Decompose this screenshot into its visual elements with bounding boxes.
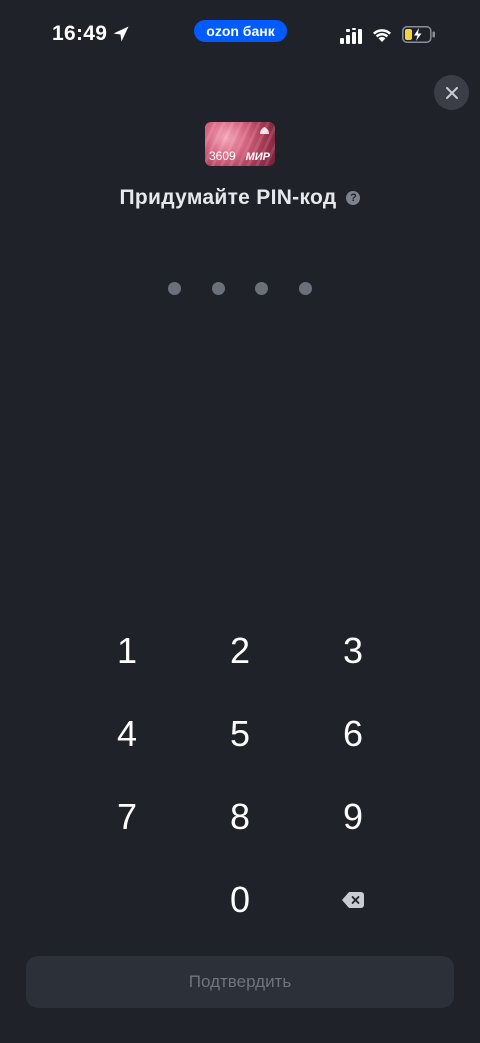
- status-time: 16:49: [52, 22, 108, 45]
- help-icon[interactable]: ?: [346, 191, 361, 205]
- app-pill[interactable]: ozon банк: [194, 20, 287, 42]
- key-8[interactable]: 8: [185, 782, 295, 852]
- key-3[interactable]: 3: [298, 616, 408, 686]
- battery-charging-icon: [402, 26, 435, 43]
- key-4[interactable]: 4: [72, 699, 182, 769]
- pin-setup-screen: 16:49 ozon банк 3609 МИР Придумайте PIN-…: [0, 0, 480, 1043]
- location-arrow-icon: [113, 26, 129, 42]
- close-icon: [445, 86, 458, 99]
- key-2[interactable]: 2: [185, 616, 295, 686]
- status-bar: 16:49 ozon банк: [0, 0, 480, 70]
- key-9[interactable]: 9: [298, 782, 408, 852]
- pin-dot: [255, 282, 268, 295]
- confirm-button[interactable]: Подтвердить: [26, 956, 454, 1008]
- key-7[interactable]: 7: [72, 782, 182, 852]
- key-0[interactable]: 0: [185, 865, 295, 935]
- wifi-icon: [373, 29, 391, 42]
- key-1[interactable]: 1: [72, 616, 182, 686]
- key-5[interactable]: 5: [185, 699, 295, 769]
- key-6[interactable]: 6: [298, 699, 408, 769]
- cellular-signal-icon: [340, 28, 362, 44]
- card-payment-system: МИР: [245, 151, 270, 163]
- page-title: Придумайте PIN-код: [119, 186, 337, 209]
- pin-dot: [212, 282, 225, 295]
- close-button[interactable]: [434, 75, 469, 110]
- pin-dot: [299, 282, 312, 295]
- numeric-keypad: 1 2 3 4 5 6 7 8 9 0: [0, 610, 480, 950]
- pin-dot: [168, 282, 181, 295]
- bank-logo-icon: [260, 127, 269, 134]
- pin-indicator: [0, 282, 480, 296]
- title-row: Придумайте PIN-код ?: [0, 184, 480, 212]
- backspace-button[interactable]: [298, 865, 408, 935]
- card-last-digits: 3609: [209, 149, 236, 163]
- backspace-icon: [342, 892, 364, 908]
- bank-card-thumbnail: 3609 МИР: [205, 122, 275, 166]
